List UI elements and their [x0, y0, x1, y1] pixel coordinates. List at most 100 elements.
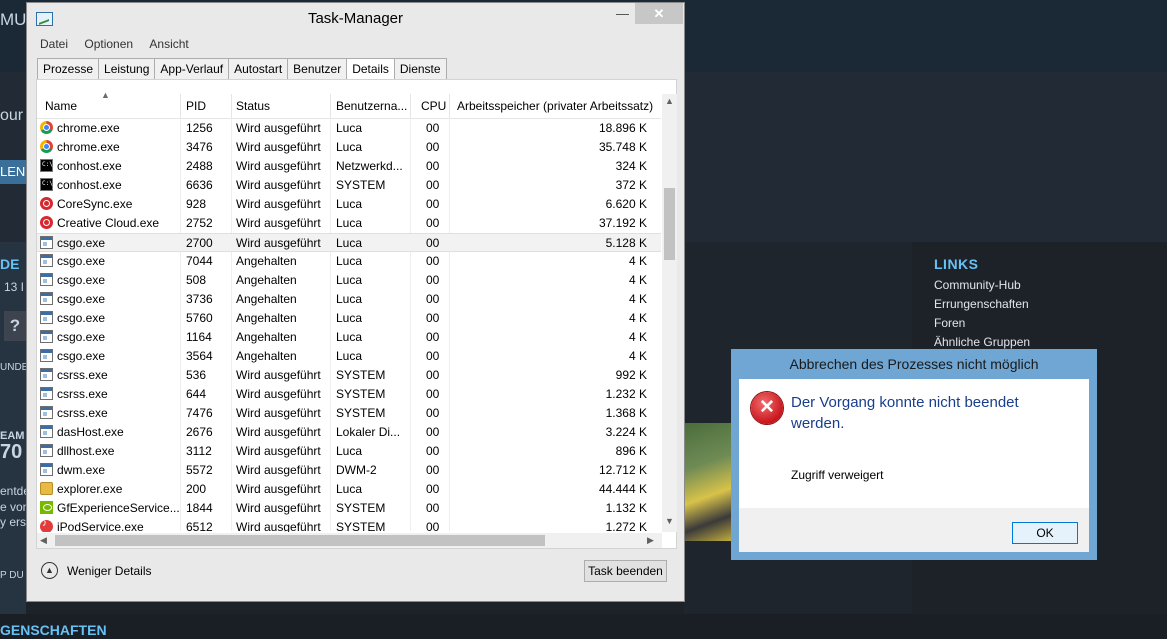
- scroll-right-icon[interactable]: ▶: [647, 533, 654, 548]
- steam-text-fragment: 70: [0, 441, 23, 463]
- column-divider[interactable]: [449, 94, 450, 118]
- horizontal-scroll-thumb[interactable]: [55, 535, 545, 546]
- process-memory: 992 K: [615, 368, 647, 382]
- process-memory: 1.368 K: [605, 406, 647, 420]
- process-memory: 37.192 K: [598, 216, 647, 230]
- details-panel: ▲ Name PID Status Benutzerna... CPU Arbe…: [36, 79, 677, 549]
- process-pid: 3736: [186, 292, 213, 306]
- process-pid: 6636: [186, 178, 213, 192]
- steam-text-fragment: P DU: [0, 570, 24, 581]
- scroll-up-icon[interactable]: ▲: [662, 96, 677, 106]
- process-name: csgo.exe: [57, 236, 106, 250]
- process-user: DWM-2: [336, 463, 377, 477]
- table-row[interactable]: chrome.exe 3476 Wird ausgeführt Luca 00 35.74…: [37, 138, 661, 157]
- table-row[interactable]: csgo.exe 508 Angehalten Luca 00 4 K: [37, 271, 661, 290]
- process-pid: 1256: [186, 121, 213, 135]
- process-cpu: 00: [426, 501, 440, 515]
- tab-bar: Prozesse Leistung App-Verlauf Autostart Benu…: [37, 58, 447, 81]
- column-divider[interactable]: [330, 94, 331, 118]
- table-row[interactable]: conhost.exe 6636 Wird ausgeführt SYSTEM 00 37…: [37, 176, 661, 195]
- column-header-cpu[interactable]: CPU: [421, 99, 446, 113]
- table-row[interactable]: iPodService.exe 6512 Wird ausgeführt SYSTEM…: [37, 518, 661, 532]
- link-achievements[interactable]: Errungenschaften: [934, 295, 1030, 314]
- column-header-name[interactable]: Name: [45, 99, 77, 113]
- adobe-icon: [40, 197, 53, 210]
- table-row[interactable]: csgo.exe 1164 Angehalten Luca 00 4 K: [37, 328, 661, 347]
- console-icon: [40, 159, 53, 172]
- title-bar[interactable]: Task-Manager — ✕: [27, 3, 684, 34]
- scroll-left-icon[interactable]: ◀: [40, 533, 47, 548]
- column-header-user[interactable]: Benutzerna...: [336, 99, 408, 113]
- steam-button-fragment[interactable]: LEN: [0, 160, 26, 184]
- process-pid: 1844: [186, 501, 213, 515]
- table-row[interactable]: dllhost.exe 3112 Wird ausgeführt Luca 00 896 …: [37, 442, 661, 461]
- table-row[interactable]: explorer.exe 200 Wird ausgeführt Luca 00 44.4…: [37, 480, 661, 499]
- process-user: SYSTEM: [336, 406, 386, 420]
- table-row[interactable]: csgo.exe 2700 Wird ausgeführt Luca 00 5.128 K: [37, 233, 661, 252]
- table-row[interactable]: dasHost.exe 2676 Wird ausgeführt Lokaler Di…: [37, 423, 661, 442]
- menu-view[interactable]: Ansicht: [149, 37, 188, 51]
- vertical-scrollbar[interactable]: ▲ ▼: [662, 94, 677, 532]
- column-divider[interactable]: [180, 94, 181, 118]
- table-row[interactable]: csgo.exe 3736 Angehalten Luca 00 4 K: [37, 290, 661, 309]
- process-status: Wird ausgeführt: [236, 121, 321, 135]
- dialog-detail: Zugriff verweigert: [791, 468, 884, 482]
- steam-text-fragment: entde: [0, 484, 26, 498]
- column-divider[interactable]: [231, 94, 232, 118]
- column-header-memory[interactable]: Arbeitsspeicher (privater Arbeitssatz): [457, 99, 657, 113]
- link-forums[interactable]: Foren: [934, 314, 1030, 333]
- help-button[interactable]: ?: [4, 311, 26, 341]
- column-divider[interactable]: [410, 94, 411, 118]
- process-cpu: 00: [426, 311, 440, 325]
- tab-performance[interactable]: Leistung: [98, 58, 156, 80]
- app-icon: [40, 463, 53, 476]
- process-status: Wird ausgeführt: [236, 482, 321, 496]
- process-name: dwm.exe: [57, 463, 106, 477]
- process-cpu: 00: [426, 216, 440, 230]
- table-row[interactable]: chrome.exe 1256 Wird ausgeführt Luca 00 18.89…: [37, 119, 661, 138]
- tab-startup[interactable]: Autostart: [228, 58, 289, 80]
- process-user: SYSTEM: [336, 178, 386, 192]
- tab-services[interactable]: Dienste: [393, 58, 447, 80]
- tab-app-history[interactable]: App-Verlauf: [154, 58, 230, 80]
- process-pid: 2676: [186, 425, 213, 439]
- table-row[interactable]: GfExperienceService.... 1844 Wird ausgefüh…: [37, 499, 661, 518]
- game-screenshot-thumbnail[interactable]: [684, 423, 736, 541]
- scroll-down-icon[interactable]: ▼: [662, 516, 677, 526]
- close-button[interactable]: ✕: [635, 3, 683, 24]
- table-row[interactable]: dwm.exe 5572 Wird ausgeführt DWM-2 00 12.712 …: [37, 461, 661, 480]
- process-name: GfExperienceService....: [57, 501, 179, 515]
- tab-users[interactable]: Benutzer: [287, 58, 348, 80]
- minimize-button[interactable]: —: [610, 3, 635, 24]
- table-row[interactable]: csgo.exe 7044 Angehalten Luca 00 4 K: [37, 252, 661, 271]
- table-row[interactable]: CoreSync.exe 928 Wird ausgeführt Luca 00 6.62…: [37, 195, 661, 214]
- process-user: Luca: [336, 216, 363, 230]
- horizontal-scrollbar[interactable]: ◀ ▶: [37, 533, 662, 548]
- menu-file[interactable]: Datei: [40, 37, 68, 51]
- tab-details[interactable]: Details: [346, 58, 395, 81]
- vertical-scroll-thumb[interactable]: [664, 188, 675, 260]
- nvidia-icon: [40, 501, 53, 514]
- table-row[interactable]: csrss.exe 644 Wird ausgeführt SYSTEM 00 1.232…: [37, 385, 661, 404]
- table-row[interactable]: csrss.exe 536 Wird ausgeführt SYSTEM 00 992 K: [37, 366, 661, 385]
- table-row[interactable]: csgo.exe 3564 Angehalten Luca 00 4 K: [37, 347, 661, 366]
- process-pid: 644: [186, 387, 207, 401]
- sort-ascending-icon: ▲: [101, 90, 110, 100]
- tab-processes[interactable]: Prozesse: [37, 58, 100, 80]
- table-row[interactable]: conhost.exe 2488 Wird ausgeführt Netzwerkd.…: [37, 157, 661, 176]
- link-community-hub[interactable]: Community-Hub: [934, 276, 1030, 295]
- ok-button[interactable]: OK: [1012, 522, 1078, 544]
- table-row[interactable]: Creative Cloud.exe 2752 Wird ausgeführt Luc…: [37, 214, 661, 233]
- process-status: Angehalten: [236, 254, 297, 268]
- column-header-pid[interactable]: PID: [186, 99, 206, 113]
- process-name: CoreSync.exe: [57, 197, 133, 211]
- table-row[interactable]: csgo.exe 5760 Angehalten Luca 00 4 K: [37, 309, 661, 328]
- process-status: Angehalten: [236, 330, 297, 344]
- end-task-button[interactable]: Task beenden: [584, 560, 667, 582]
- process-status: Wird ausgeführt: [236, 159, 321, 173]
- menu-options[interactable]: Optionen: [84, 37, 133, 51]
- table-row[interactable]: csrss.exe 7476 Wird ausgeführt SYSTEM 00 1.36…: [37, 404, 661, 423]
- column-header-status[interactable]: Status: [236, 99, 270, 113]
- process-user: Luca: [336, 254, 363, 268]
- window-title: Task-Manager: [307, 10, 404, 27]
